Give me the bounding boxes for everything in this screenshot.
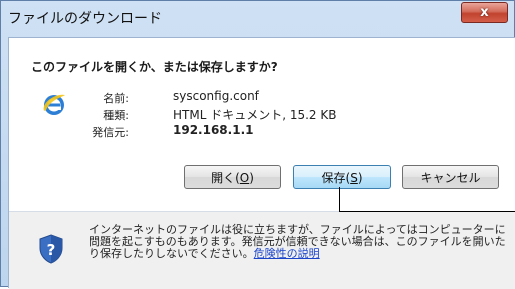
callout-line-vertical xyxy=(339,187,340,211)
close-button[interactable]: x xyxy=(461,2,508,23)
source-label: 発信元: xyxy=(92,126,129,139)
prompt-question: このファイルを開くか、または保存しますか? xyxy=(31,60,278,74)
save-button[interactable]: 保存(S) xyxy=(293,165,391,189)
risk-link[interactable]: 危険性の説明 xyxy=(254,247,320,260)
svg-text:?: ? xyxy=(47,241,56,259)
dialog-content: このファイルを開くか、または保存しますか? 名前: sysconfig.conf… xyxy=(8,37,515,289)
warning-text: インターネットのファイルは役に立ちますが、ファイルによってはコンピューターに問題… xyxy=(89,223,506,260)
cancel-button[interactable]: キャンセル xyxy=(402,165,499,189)
name-value: sysconfig.conf xyxy=(173,89,259,103)
download-dialog: ファイルのダウンロード x このファイルを開くか、または保存しますか? 名前: … xyxy=(0,0,515,289)
type-label: 種類: xyxy=(103,109,129,122)
open-button-label: 開く(O) xyxy=(211,170,254,185)
source-value: 192.168.1.1 xyxy=(173,123,254,137)
type-value: HTML ドキュメント, 15.2 KB xyxy=(173,108,337,122)
open-button[interactable]: 開く(O) xyxy=(184,165,281,189)
shield-question-icon: ? xyxy=(39,234,63,264)
warning-footer: ? インターネットのファイルは役に立ちますが、ファイルによってはコンピューターに… xyxy=(9,212,515,289)
callout-line-horizontal xyxy=(339,211,515,212)
dialog-title: ファイルのダウンロード xyxy=(8,11,162,27)
ie-icon xyxy=(43,94,65,115)
close-icon: x xyxy=(480,5,489,20)
save-button-label: 保存(S) xyxy=(321,170,363,185)
name-label: 名前: xyxy=(103,92,129,105)
